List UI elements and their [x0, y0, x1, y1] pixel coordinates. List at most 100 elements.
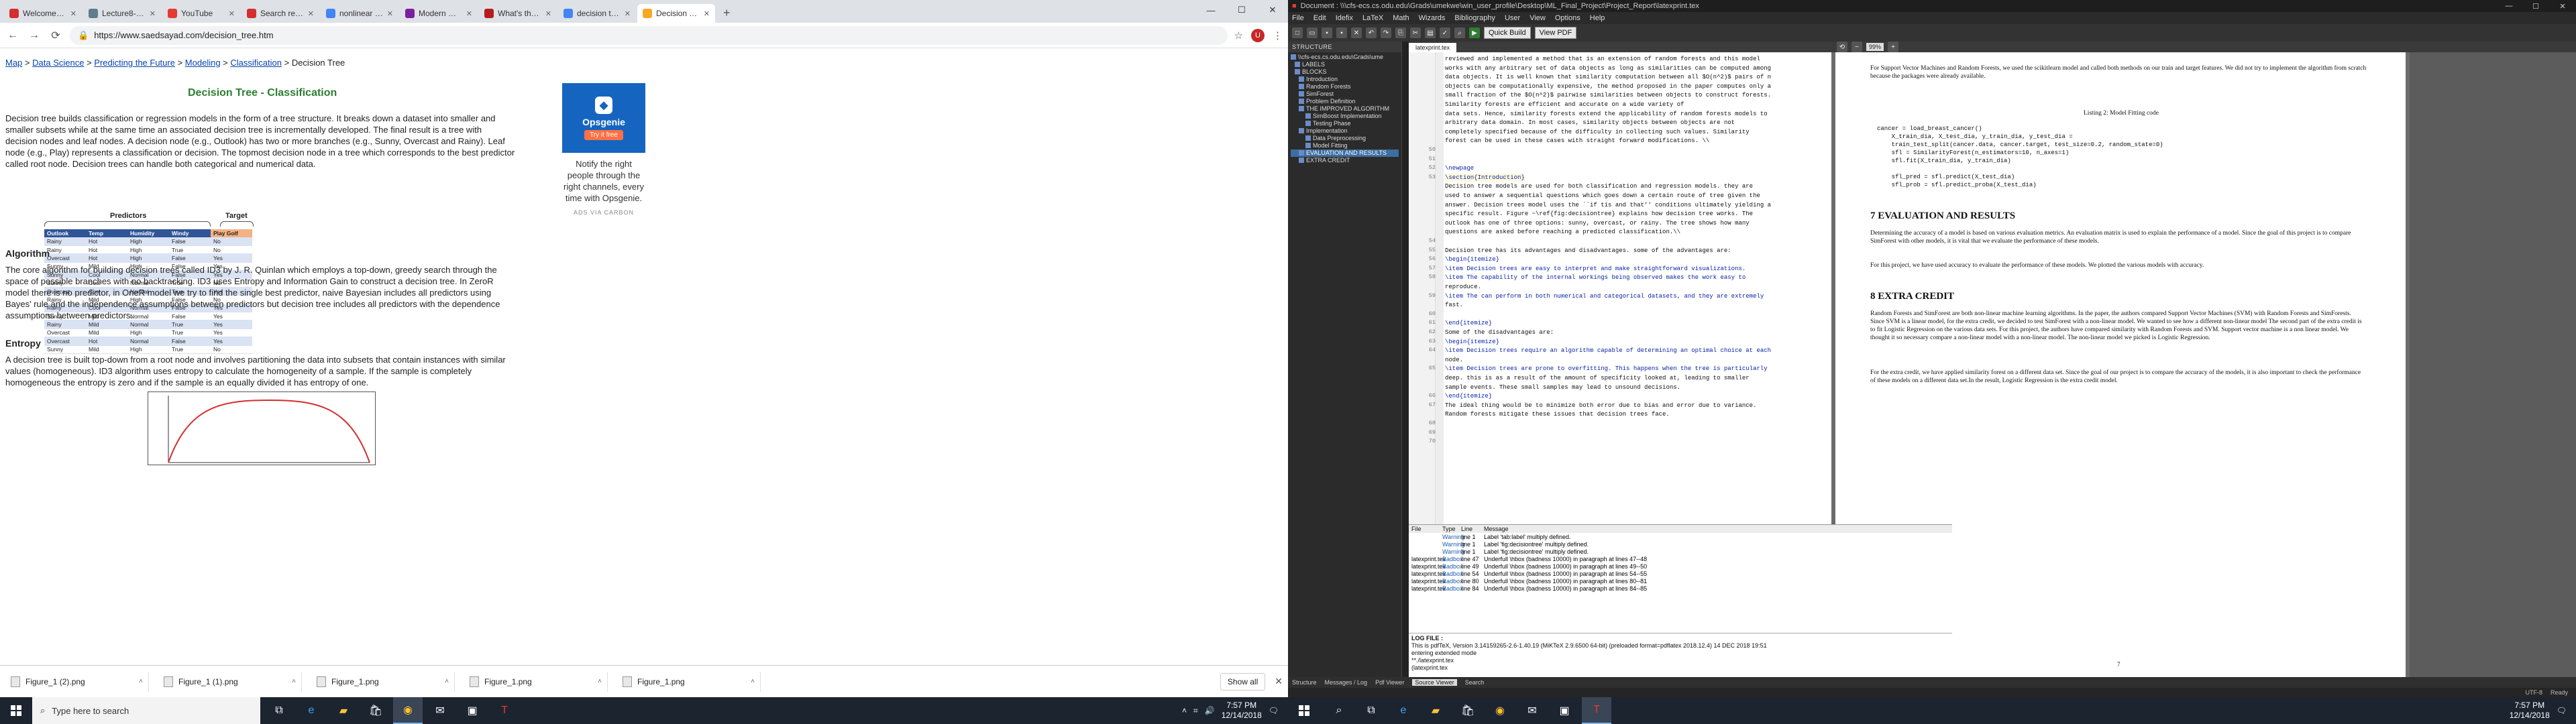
chrome-icon-2[interactable]: ◉ — [1485, 697, 1515, 724]
structure-item[interactable]: Introduction — [1291, 76, 1399, 83]
store-icon-2[interactable]: 🛍 — [1453, 697, 1483, 724]
code-line[interactable]: \end{itemize} — [1445, 319, 1492, 327]
notifications-icon[interactable]: 🗨 — [1269, 706, 1279, 715]
task-view-icon-2[interactable]: ⧉ — [1356, 697, 1386, 724]
download-item[interactable]: Figure_1.png ˄ — [464, 671, 608, 692]
ad-cta-button[interactable]: Try it free — [584, 129, 623, 140]
tab-close-icon[interactable]: ✕ — [466, 9, 472, 18]
code-line[interactable]: objects can be computationally expensive… — [1445, 82, 1771, 90]
menu-item[interactable]: Idefix — [1336, 14, 1353, 22]
maximize-icon[interactable]: ☐ — [1226, 0, 1257, 20]
code-line[interactable]: \begin{itemize} — [1445, 338, 1499, 346]
breadcrumb-predicting[interactable]: Predicting the Future — [94, 58, 175, 68]
taskbar-search[interactable]: ⌕ Type here to search — [32, 697, 260, 724]
copy-icon[interactable]: ⎘ — [1395, 27, 1406, 38]
code-line[interactable]: works with any arbitrary set of data obj… — [1445, 64, 1771, 72]
structure-item[interactable]: Model Fitting — [1291, 142, 1399, 149]
download-item[interactable]: Figure_1 (2).png ˄ — [5, 671, 149, 692]
message-row[interactable]: latexprint.tex Badbox line 54 Underfull \hb… — [1409, 570, 1952, 577]
bottom-tab[interactable]: Messages / Log — [1325, 679, 1368, 686]
bottom-tab[interactable]: Search — [1465, 679, 1485, 686]
notifications-icon-2[interactable]: 🗨 — [2557, 706, 2567, 715]
clock[interactable]: 7:57 PM 12/14/2018 — [1222, 701, 1262, 721]
browser-tab[interactable]: Modern Machine Learn ✕ — [400, 4, 478, 23]
code-line[interactable]: specific result. Figure ~\ref{fig:decisi… — [1445, 210, 1753, 218]
avatar[interactable]: U — [1251, 28, 1265, 42]
browser-tab[interactable]: Search results - unwin ✕ — [241, 4, 319, 23]
message-row[interactable]: latexprint.tex Badbox line 84 Underfull \hb… — [1409, 585, 1952, 592]
status-encoding[interactable]: UTF-8 — [2525, 689, 2542, 696]
structure-item[interactable]: EVALUATION AND RESULTS — [1291, 149, 1399, 157]
menu-item[interactable]: LaTeX — [1362, 14, 1383, 22]
browser-tab[interactable]: Lecture8-KNN ✕ — [83, 4, 161, 23]
tab-close-icon[interactable]: ✕ — [229, 9, 235, 18]
menu-item[interactable]: File — [1292, 14, 1304, 22]
code-line[interactable]: forest can be used in these cases with s… — [1445, 137, 1709, 145]
save-all-icon[interactable]: ▪ — [1336, 27, 1347, 38]
reload-icon[interactable]: ⟳ — [48, 29, 63, 42]
code-line[interactable]: \item Decision trees are easy to interpr… — [1445, 265, 1746, 273]
structure-item[interactable]: Random Forests — [1291, 83, 1399, 90]
tab-close-icon[interactable]: ✕ — [150, 9, 156, 18]
download-item[interactable]: Figure_1 (1).png ˄ — [158, 671, 302, 692]
tray-chevron-icon[interactable]: ˄ — [1182, 706, 1187, 715]
code-line[interactable]: sample events. These small samples may l… — [1445, 383, 1680, 391]
code-line[interactable]: The ideal thing would be to minimize bot… — [1445, 402, 1756, 410]
network-icon[interactable]: ⌗ — [1193, 706, 1198, 716]
ad-banner[interactable]: ◆ Opsgenie Try it free — [562, 83, 645, 153]
breadcrumb-map[interactable]: Map — [5, 58, 22, 68]
code-line[interactable]: Some of the disadvantages are: — [1445, 328, 1554, 337]
chrome-icon[interactable]: ◉ — [393, 697, 423, 724]
kebab-menu-icon[interactable]: ⋮ — [1273, 29, 1283, 42]
breadcrumb-classification[interactable]: Classification — [230, 58, 282, 68]
browser-tab[interactable]: Welcome, UDOCHUKWU ✕ — [4, 4, 82, 23]
browser-tab[interactable]: nonlinear machine lear ✕ — [321, 4, 398, 23]
message-row[interactable]: Warning line 1 Label 'tab:label' multiply … — [1409, 533, 1952, 540]
find-icon[interactable]: ⌕ — [1454, 27, 1465, 38]
breadcrumb-modeling[interactable]: Modeling — [185, 58, 221, 68]
chevron-up-icon[interactable]: ˄ — [139, 678, 143, 685]
undo-icon[interactable]: ↶ — [1366, 27, 1377, 38]
minimize-icon[interactable]: — — [1195, 0, 1226, 20]
source-editor[interactable]: latexprint.tex reviewed and implemented … — [1409, 42, 1831, 524]
show-all-button[interactable]: Show all — [1220, 672, 1266, 690]
ad-text[interactable]: Notify the right people through the righ… — [562, 158, 645, 204]
search-icon-2[interactable]: ⌕ — [1324, 697, 1354, 724]
code-line[interactable]: Similarity forests are efficient and acc… — [1445, 101, 1684, 109]
volume-icon[interactable]: 🔊 — [1205, 706, 1215, 715]
edge-icon[interactable]: e — [297, 697, 326, 724]
menu-item[interactable]: View — [1529, 14, 1546, 22]
texstudio-icon-2[interactable]: T — [1582, 697, 1611, 724]
message-row[interactable]: latexprint.tex Badbox line 49 Underfull \hb… — [1409, 562, 1952, 570]
download-item[interactable]: Figure_1.png ˄ — [617, 671, 761, 692]
editor-tab[interactable]: latexprint.tex — [1409, 43, 1457, 52]
message-row[interactable]: Warning line 1 Label 'fig:decisiontree' mu… — [1409, 540, 1952, 548]
cut-icon[interactable]: ✂ — [1410, 27, 1421, 38]
carbon-ad[interactable]: ◆ Opsgenie Try it free Notify the right … — [562, 83, 645, 216]
menu-item[interactable]: Bibliography — [1454, 14, 1495, 22]
open-file-icon[interactable]: ▭ — [1307, 27, 1318, 38]
code-line[interactable]: \section{Introduction} — [1445, 173, 1525, 182]
pdf-zoom-out-icon[interactable]: − — [1851, 42, 1862, 52]
message-column-header[interactable]: File — [1409, 526, 1442, 532]
structure-item[interactable]: Implementation — [1291, 127, 1399, 135]
redo-icon[interactable]: ↷ — [1381, 27, 1391, 38]
code-line[interactable]: Decision tree models are used for both c… — [1445, 182, 1753, 190]
chevron-up-icon[interactable]: ˄ — [598, 678, 602, 685]
edge-icon-2[interactable]: e — [1389, 697, 1418, 724]
structure-item[interactable]: Problem Definition — [1291, 98, 1399, 105]
close-downloads-icon[interactable]: ✕ — [1275, 676, 1283, 687]
clock-2[interactable]: 7:57 PM 12/14/2018 — [2510, 701, 2550, 721]
structure-item[interactable]: Data Preprocessing — [1291, 135, 1399, 142]
menu-item[interactable]: Wizards — [1419, 14, 1446, 22]
start-button-2[interactable] — [1288, 697, 1320, 724]
message-row[interactable]: latexprint.tex Badbox line 80 Underfull \hb… — [1409, 577, 1952, 585]
view-pdf-button[interactable]: View PDF — [1534, 27, 1577, 39]
tab-close-icon[interactable]: ✕ — [387, 9, 393, 18]
menu-item[interactable]: Help — [1590, 14, 1605, 22]
structure-item[interactable]: LABELS — [1291, 61, 1399, 68]
star-icon[interactable]: ☆ — [1234, 29, 1243, 42]
code-line[interactable]: answer. Decision trees model uses the ``… — [1445, 201, 1771, 209]
menu-item[interactable]: Edit — [1313, 14, 1326, 22]
back-arrow-icon[interactable]: ← — [5, 29, 20, 42]
